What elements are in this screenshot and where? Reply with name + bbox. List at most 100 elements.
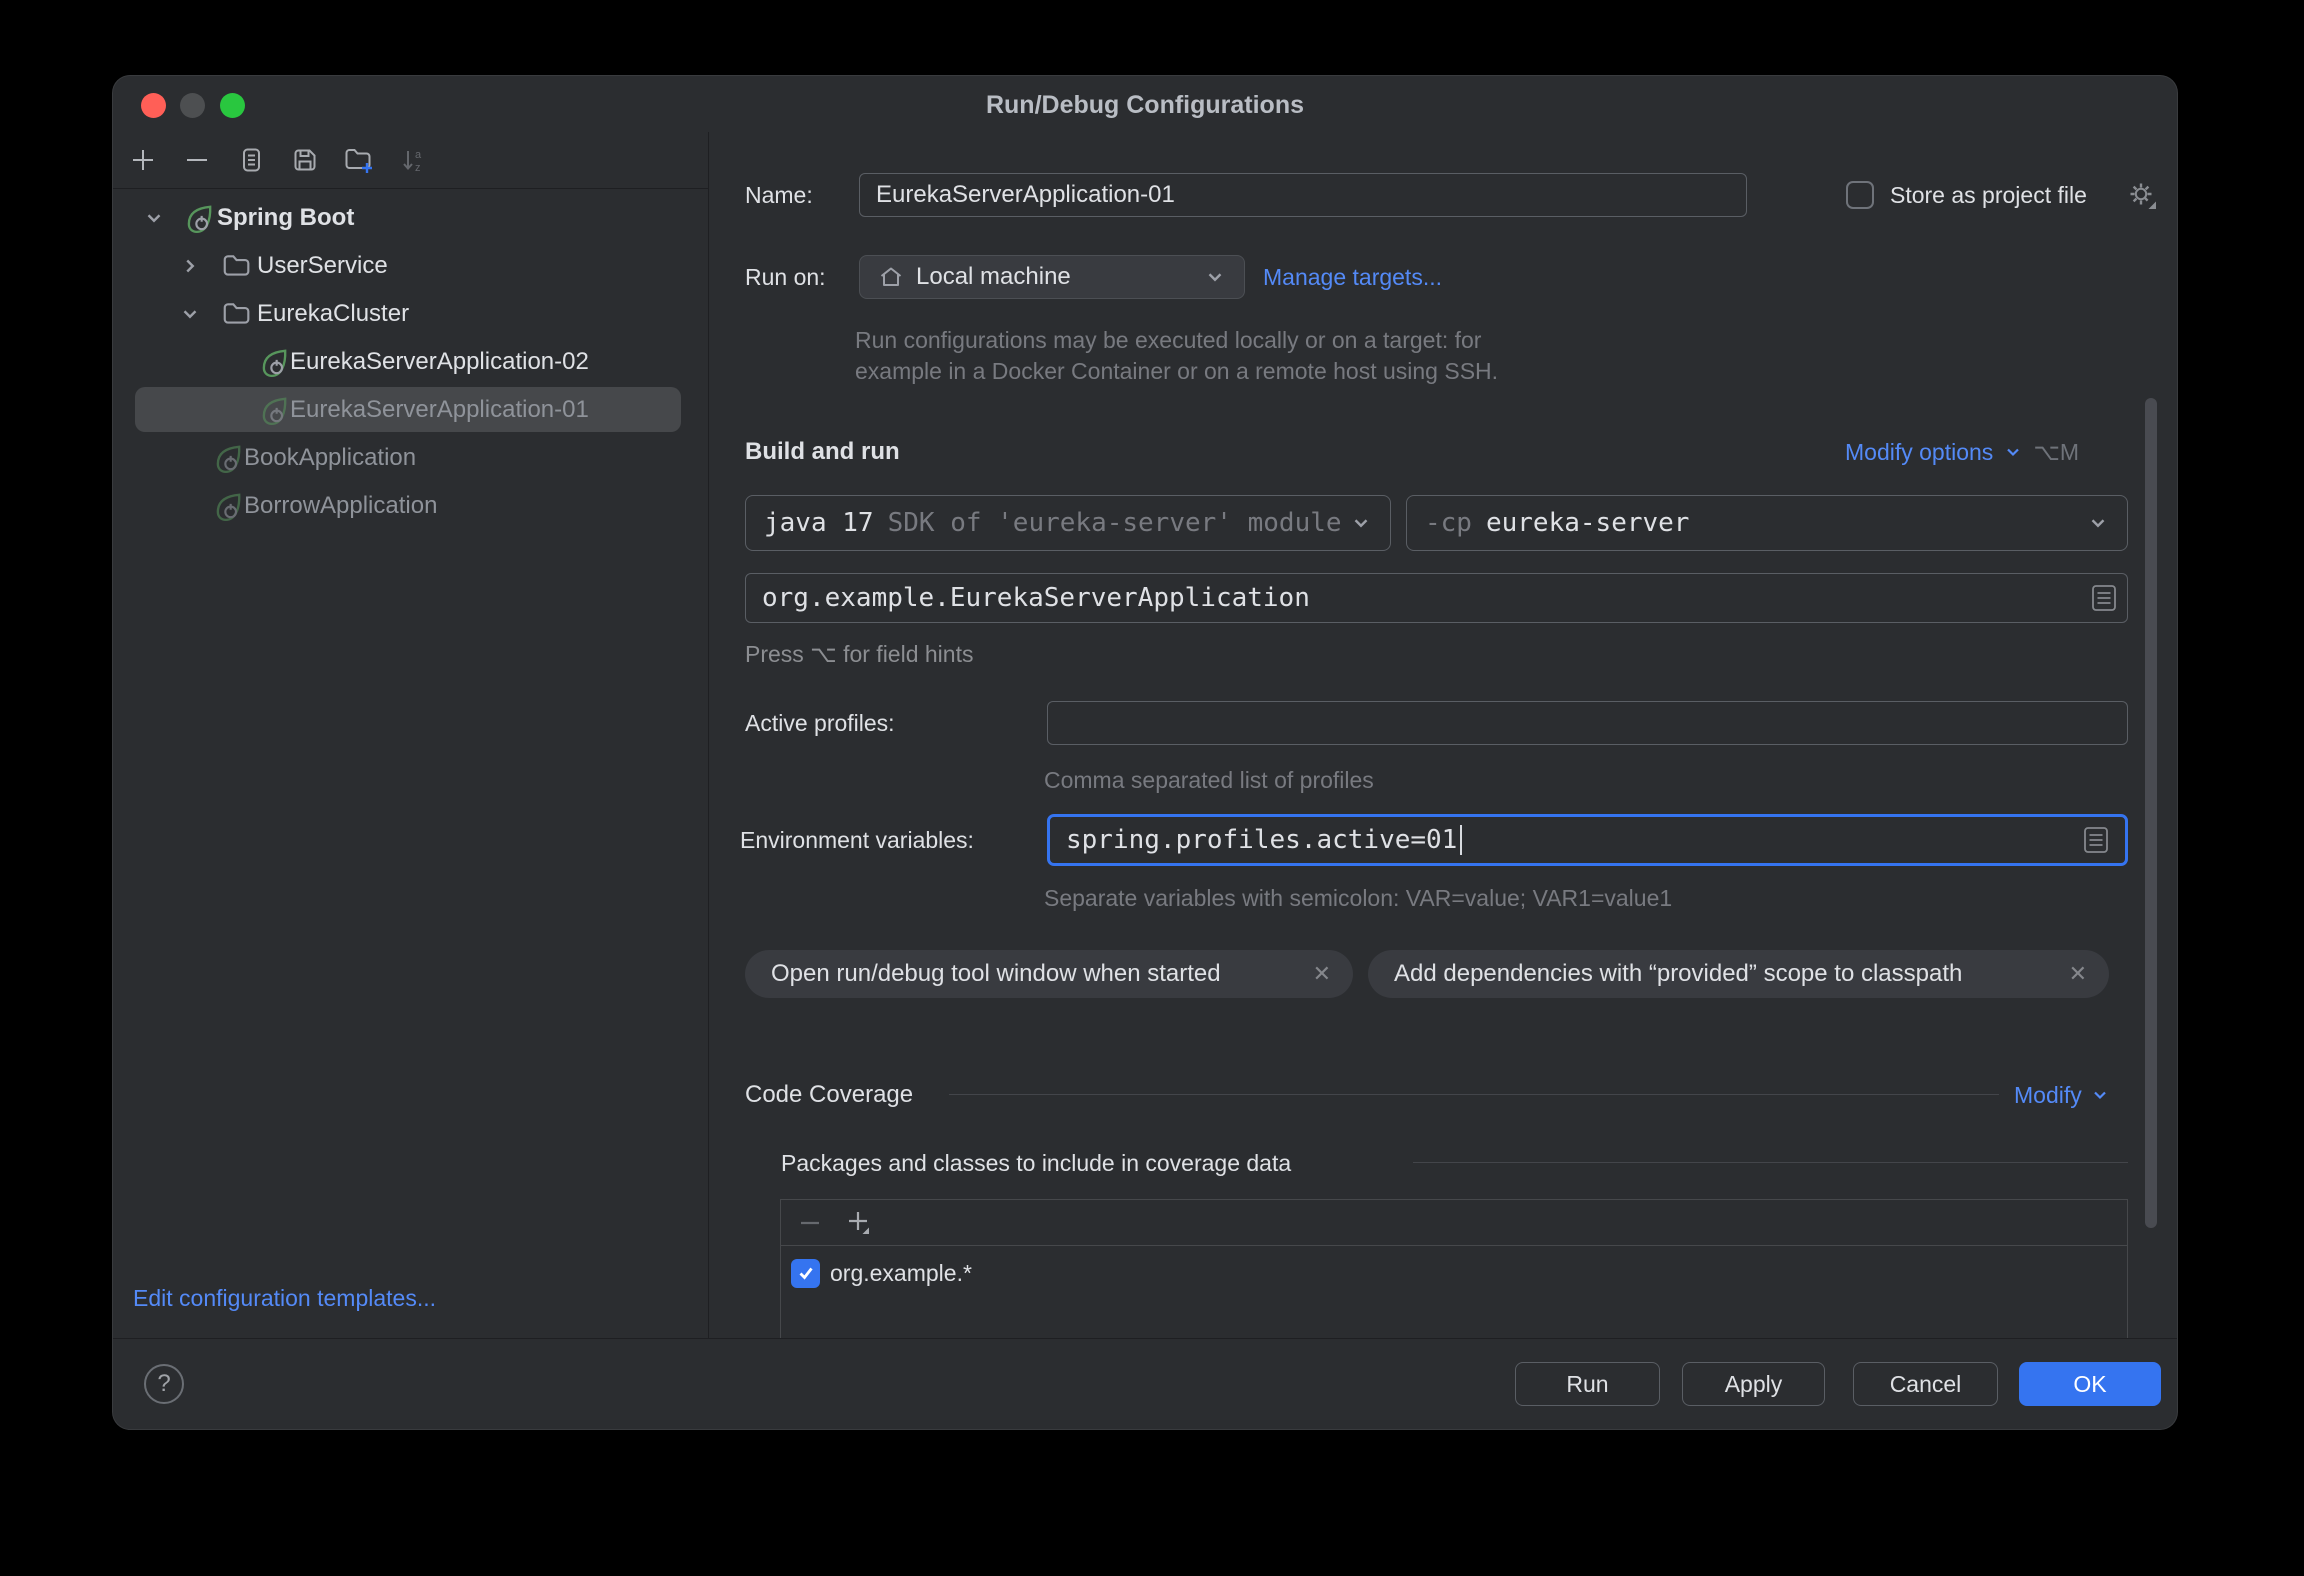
chevron-down-icon [2003,442,2023,462]
text-caret [1460,825,1463,855]
coverage-pattern-row[interactable]: org.example.* [781,1246,2127,1300]
add-configuration-icon[interactable] [127,144,159,176]
run-on-hint-line2: example in a Docker Container or on a re… [855,358,1499,384]
sidebar-item-label: EurekaServerApplication-01 [290,396,589,423]
expand-field-icon[interactable] [2089,581,2119,615]
jre-detail: SDK of 'eureka-server' module [887,508,1342,538]
chip-open-run-debug-tool-window[interactable]: Open run/debug tool window when started … [745,950,1353,998]
jre-value: java 17 [764,508,874,538]
spring-boot-icon [183,202,215,234]
environment-variables-label: Environment variables: [740,827,974,853]
chevron-down-icon [2090,1085,2110,1105]
store-as-project-file-checkbox[interactable] [1846,181,1874,209]
active-profiles-label: Active profiles: [745,710,895,736]
sidebar-item-bookapplication[interactable]: BookApplication [113,434,707,482]
coverage-table-toolbar [781,1200,2127,1246]
chip-add-provided-dependencies[interactable]: Add dependencies with “provided” scope t… [1368,950,2109,998]
chevron-down-icon[interactable] [143,207,165,229]
main-class-input[interactable]: org.example.EurekaServerApplication [745,573,2128,623]
modify-options-shortcut: ⌥M [2033,439,2079,465]
close-icon[interactable]: ✕ [1313,961,1331,987]
new-folder-icon[interactable] [343,144,375,176]
sidebar-item-label: UserService [257,252,388,279]
help-button[interactable]: ? [144,1364,184,1404]
sort-configurations-icon[interactable]: az [397,144,429,176]
vertical-scrollbar-thumb[interactable] [2145,398,2157,1228]
manage-targets-link[interactable]: Manage targets... [1263,261,1442,293]
chip-label: Add dependencies with “provided” scope t… [1394,960,1963,987]
sidebar-item-eurekaserverapplication-01-selected[interactable]: EurekaServerApplication-01 [113,386,707,434]
name-label: Name: [745,182,813,208]
coverage-modify-link[interactable]: Modify [2014,1079,2082,1111]
store-as-project-file-label: Store as project file [1890,182,2087,208]
remove-configuration-icon[interactable] [181,144,213,176]
coverage-packages-label: Packages and classes to include in cover… [781,1150,1292,1176]
chevron-down-icon [1204,266,1226,288]
spring-boot-run-config-icon [212,490,244,522]
remove-pattern-icon[interactable] [797,1210,823,1236]
sidebar-item-label: EurekaCluster [257,300,410,327]
sidebar-item-label: EurekaServerApplication-02 [290,348,589,375]
chip-label: Open run/debug tool window when started [771,960,1221,987]
spring-boot-run-config-icon [258,346,290,378]
section-separator [949,1094,1999,1095]
chevron-down-icon[interactable] [179,303,201,325]
sidebar-item-spring-boot[interactable]: Spring Boot [113,194,707,242]
save-configuration-icon[interactable] [289,144,321,176]
section-separator [1413,1162,2128,1163]
dialog-title: Run/Debug Configurations [985,91,1305,119]
coverage-modify-control[interactable]: Modify [2014,1079,2110,1111]
sidebar-item-eurekaserverapplication-02[interactable]: EurekaServerApplication-02 [113,338,707,386]
active-profiles-helper: Comma separated list of profiles [1044,767,1374,793]
svg-text:a: a [415,149,422,161]
field-hints-text: Press ⌥ for field hints [745,641,974,667]
sidebar-item-label: BookApplication [244,444,417,471]
run-debug-configurations-dialog: Run/Debug Configurations az Spring Boot … [112,75,2178,1430]
edit-configuration-templates-link[interactable]: Edit configuration templates... [133,1282,436,1314]
sidebar-item-label: BorrowApplication [244,492,438,519]
name-input[interactable]: EurekaServerApplication-01 [859,173,1747,217]
store-options-gear-icon[interactable] [2123,176,2161,214]
jre-select[interactable]: java 17 SDK of 'eureka-server' module [745,495,1391,551]
code-coverage-title: Code Coverage [745,1081,914,1108]
folder-icon [221,251,251,281]
expand-field-icon[interactable] [2081,823,2111,857]
sidebar-divider [708,132,709,1338]
modify-options-link[interactable]: Modify options [1845,436,1993,468]
run-on-label: Run on: [745,264,826,290]
main-class-value: org.example.EurekaServerApplication [762,583,1310,613]
environment-variables-input[interactable]: spring.profiles.active=01 [1047,814,2128,866]
ok-button[interactable]: OK [2019,1362,2161,1406]
sidebar-item-userservice[interactable]: UserService [113,242,707,290]
apply-button[interactable]: Apply [1682,1362,1825,1406]
sidebar-item-borrowapplication[interactable]: BorrowApplication [113,482,707,530]
environment-variables-helper: Separate variables with semicolon: VAR=v… [1044,885,1673,911]
run-button[interactable]: Run [1515,1362,1660,1406]
copy-configuration-icon[interactable] [235,144,267,176]
spring-boot-run-config-icon [258,394,290,426]
chevron-down-icon [2087,512,2109,534]
build-and-run-title: Build and run [745,438,900,465]
svg-text:z: z [415,162,421,174]
cp-prefix: -cp [1425,508,1472,538]
add-pattern-icon[interactable] [845,1208,875,1238]
classpath-module-select[interactable]: -cp eureka-server [1406,495,2128,551]
chevron-right-icon[interactable] [179,255,201,277]
active-profiles-input[interactable] [1047,701,2128,745]
run-on-value: Local machine [916,263,1071,290]
coverage-table: org.example.* [780,1199,2128,1338]
toolbar-divider [113,188,708,189]
cancel-button[interactable]: Cancel [1853,1362,1998,1406]
run-on-select[interactable]: Local machine [859,255,1245,299]
modify-options-control[interactable]: Modify options ⌥M [1845,436,2079,468]
environment-variables-value: spring.profiles.active=01 [1066,825,1458,855]
close-icon[interactable]: ✕ [2069,961,2087,987]
configurations-toolbar: az [127,134,429,186]
run-on-hint-line1: Run configurations may be executed local… [855,327,1482,353]
cp-value: eureka-server [1485,508,1690,538]
spring-boot-run-config-icon [212,442,244,474]
home-icon [878,264,904,290]
checked-checkbox[interactable] [791,1258,820,1288]
sidebar-item-eurekacluster[interactable]: EurekaCluster [113,290,707,338]
footer-divider [113,1338,2177,1339]
